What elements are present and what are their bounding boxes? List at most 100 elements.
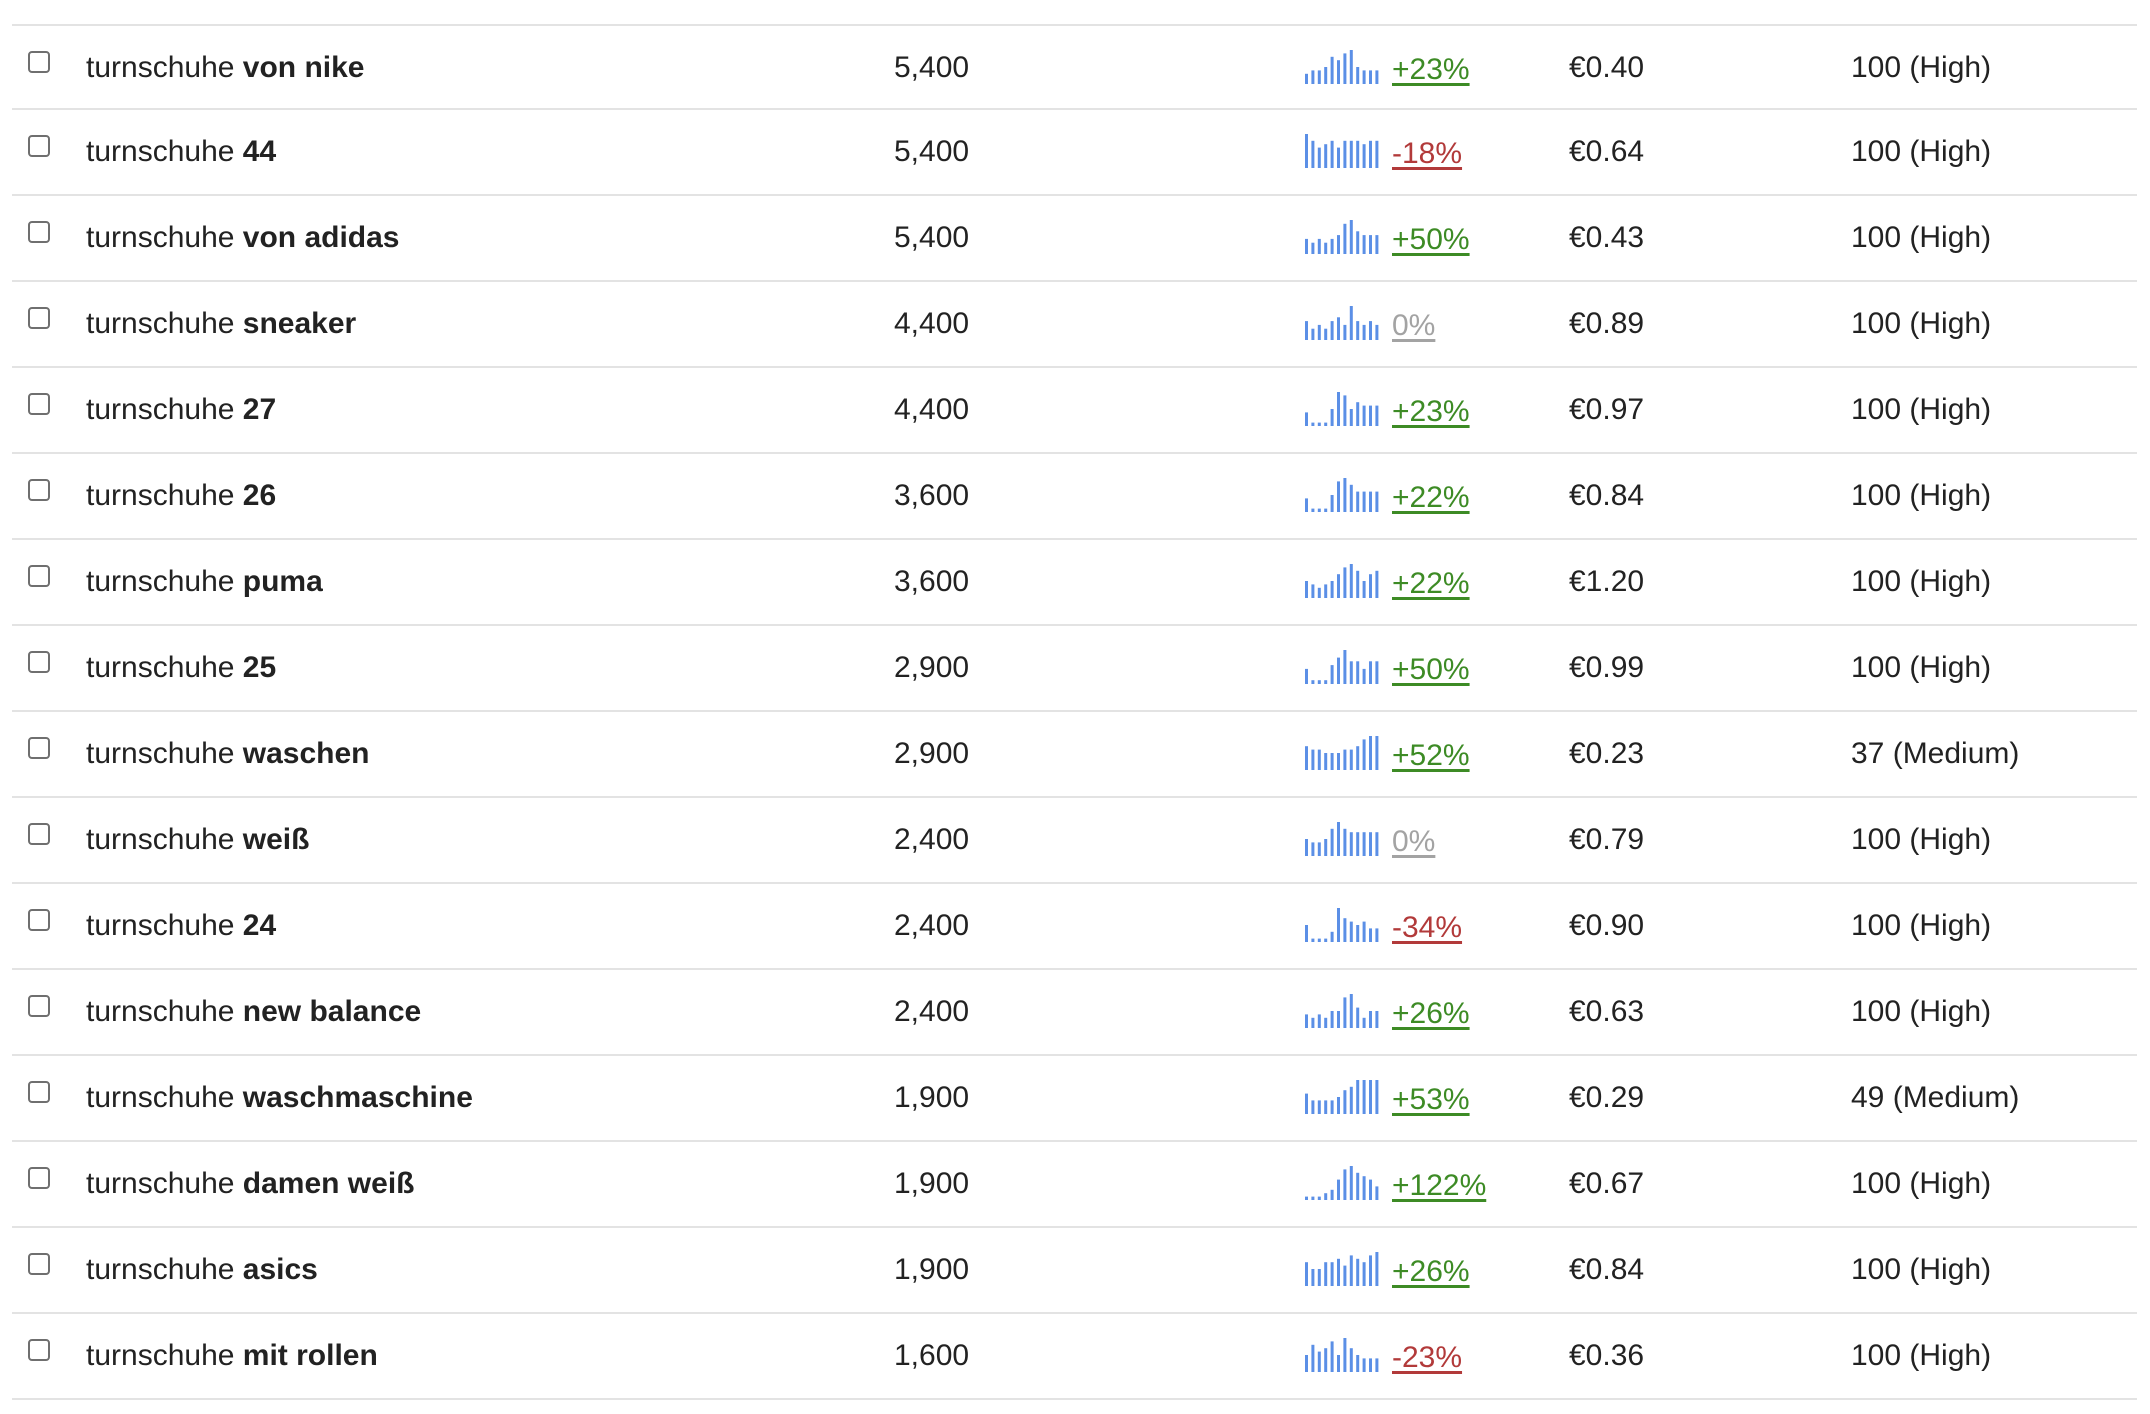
trend-bar bbox=[1317, 70, 1321, 84]
trend-change-link[interactable]: +22% bbox=[1392, 564, 1470, 604]
keyword-prefix: turnschuhe bbox=[86, 651, 235, 684]
trend-bar bbox=[1343, 828, 1347, 856]
row-checkbox[interactable] bbox=[28, 565, 50, 587]
trend-bar bbox=[1356, 661, 1360, 684]
trend-change-link[interactable]: 0% bbox=[1392, 822, 1435, 862]
trend-change-link[interactable]: -34% bbox=[1392, 908, 1462, 948]
trend-bar bbox=[1311, 422, 1315, 426]
trend-bar bbox=[1375, 1080, 1379, 1114]
trend-bar bbox=[1311, 508, 1315, 512]
row-checkbox[interactable] bbox=[28, 995, 50, 1017]
trend-bar bbox=[1337, 1097, 1340, 1114]
trend-change-link[interactable]: +50% bbox=[1392, 650, 1470, 690]
trend-bar bbox=[1311, 842, 1315, 856]
trend-bar bbox=[1337, 392, 1340, 426]
trend-change-link[interactable]: +53% bbox=[1392, 1080, 1470, 1120]
trend-bar bbox=[1375, 491, 1379, 512]
trend-change-link[interactable]: +122% bbox=[1392, 1166, 1486, 1206]
trend-sparkline bbox=[1305, 736, 1379, 770]
trend-bar bbox=[1356, 746, 1360, 770]
trend-bar bbox=[1305, 1262, 1308, 1286]
trend-change-link[interactable]: 0% bbox=[1392, 306, 1435, 346]
trend-bar bbox=[1324, 1262, 1328, 1286]
trend-bar bbox=[1356, 1258, 1360, 1286]
row-checkbox[interactable] bbox=[28, 393, 50, 415]
keyword-suffix: damen weiß bbox=[242, 1167, 415, 1200]
trend-bar bbox=[1317, 508, 1321, 512]
trend-bar bbox=[1337, 60, 1340, 84]
trend-change-link[interactable]: -18% bbox=[1392, 134, 1462, 174]
row-checkbox[interactable] bbox=[28, 1081, 50, 1103]
trend-bar bbox=[1369, 70, 1372, 84]
row-checkbox[interactable] bbox=[28, 651, 50, 673]
trend-bar bbox=[1375, 832, 1379, 856]
competition-value: 100 (High) bbox=[1851, 909, 1992, 942]
trend-bar bbox=[1324, 67, 1328, 84]
trend-bar bbox=[1317, 842, 1321, 856]
trend-bar bbox=[1305, 1014, 1308, 1028]
trend-bar bbox=[1356, 140, 1360, 168]
trend-bar bbox=[1369, 1179, 1372, 1200]
trend-bar bbox=[1337, 657, 1340, 684]
row-checkbox[interactable] bbox=[28, 221, 50, 243]
trend-change-link[interactable]: +23% bbox=[1392, 50, 1470, 90]
trend-change-link[interactable]: +50% bbox=[1392, 220, 1470, 260]
cpc-value: €0.43 bbox=[1569, 221, 1645, 254]
trend-change-link[interactable]: +26% bbox=[1392, 1252, 1470, 1292]
trend-change-link[interactable]: +22% bbox=[1392, 478, 1470, 518]
competition-value: 37 (Medium) bbox=[1851, 737, 2020, 770]
trend-bar bbox=[1305, 412, 1308, 426]
search-volume: 2,900 bbox=[894, 651, 970, 684]
row-checkbox[interactable] bbox=[28, 135, 50, 157]
trend-bar bbox=[1369, 661, 1372, 684]
competition-value: 100 (High) bbox=[1851, 135, 1992, 168]
trend-change-link[interactable]: -23% bbox=[1392, 1338, 1462, 1378]
cpc-value: €1.20 bbox=[1569, 565, 1645, 598]
trend-bar bbox=[1349, 1166, 1353, 1200]
keyword-cell: turnschuhe new balance bbox=[86, 992, 421, 1032]
keyword-suffix: von adidas bbox=[242, 221, 400, 254]
trend-bar bbox=[1337, 235, 1340, 254]
row-checkbox[interactable] bbox=[28, 909, 50, 931]
trend-bar bbox=[1375, 324, 1379, 340]
keyword-prefix: turnschuhe bbox=[86, 479, 235, 512]
row-checkbox[interactable] bbox=[28, 1167, 50, 1189]
row-checkbox[interactable] bbox=[28, 307, 50, 329]
trend-bar bbox=[1369, 405, 1372, 426]
trend-bar bbox=[1311, 1017, 1315, 1028]
trend-bar bbox=[1349, 1086, 1353, 1114]
keyword-cell: turnschuhe von nike bbox=[86, 48, 364, 88]
keyword-suffix: asics bbox=[242, 1253, 318, 1286]
row-checkbox[interactable] bbox=[28, 51, 50, 73]
trend-bar bbox=[1362, 235, 1366, 254]
row-checkbox[interactable] bbox=[28, 1339, 50, 1361]
search-volume: 2,900 bbox=[894, 737, 970, 770]
trend-change-link[interactable]: +23% bbox=[1392, 392, 1470, 432]
row-checkbox[interactable] bbox=[28, 1253, 50, 1275]
trend-bar bbox=[1330, 238, 1334, 254]
keyword-cell: turnschuhe damen weiß bbox=[86, 1164, 415, 1204]
row-checkbox[interactable] bbox=[28, 737, 50, 759]
trend-change-link[interactable]: +26% bbox=[1392, 994, 1470, 1034]
competition-value: 100 (High) bbox=[1851, 1339, 1992, 1372]
trend-bar bbox=[1349, 220, 1353, 254]
trend-bar bbox=[1324, 584, 1328, 598]
trend-bar bbox=[1330, 1011, 1334, 1028]
trend-bar bbox=[1317, 680, 1321, 684]
trend-bar bbox=[1356, 402, 1360, 426]
search-volume: 3,600 bbox=[894, 479, 970, 512]
row-checkbox[interactable] bbox=[28, 479, 50, 501]
keyword-prefix: turnschuhe bbox=[86, 51, 235, 84]
trend-bar bbox=[1324, 144, 1328, 168]
trend-bar bbox=[1356, 1355, 1360, 1372]
trend-bar bbox=[1330, 581, 1334, 598]
search-volume: 1,600 bbox=[894, 1339, 970, 1372]
trend-bar bbox=[1362, 1358, 1366, 1372]
keyword-prefix: turnschuhe bbox=[86, 1081, 235, 1114]
search-volume: 5,400 bbox=[894, 135, 970, 168]
row-checkbox[interactable] bbox=[28, 823, 50, 845]
trend-change-link[interactable]: +52% bbox=[1392, 736, 1470, 776]
trend-bar bbox=[1317, 1351, 1321, 1372]
search-volume: 1,900 bbox=[894, 1167, 970, 1200]
keyword-prefix: turnschuhe bbox=[86, 135, 235, 168]
